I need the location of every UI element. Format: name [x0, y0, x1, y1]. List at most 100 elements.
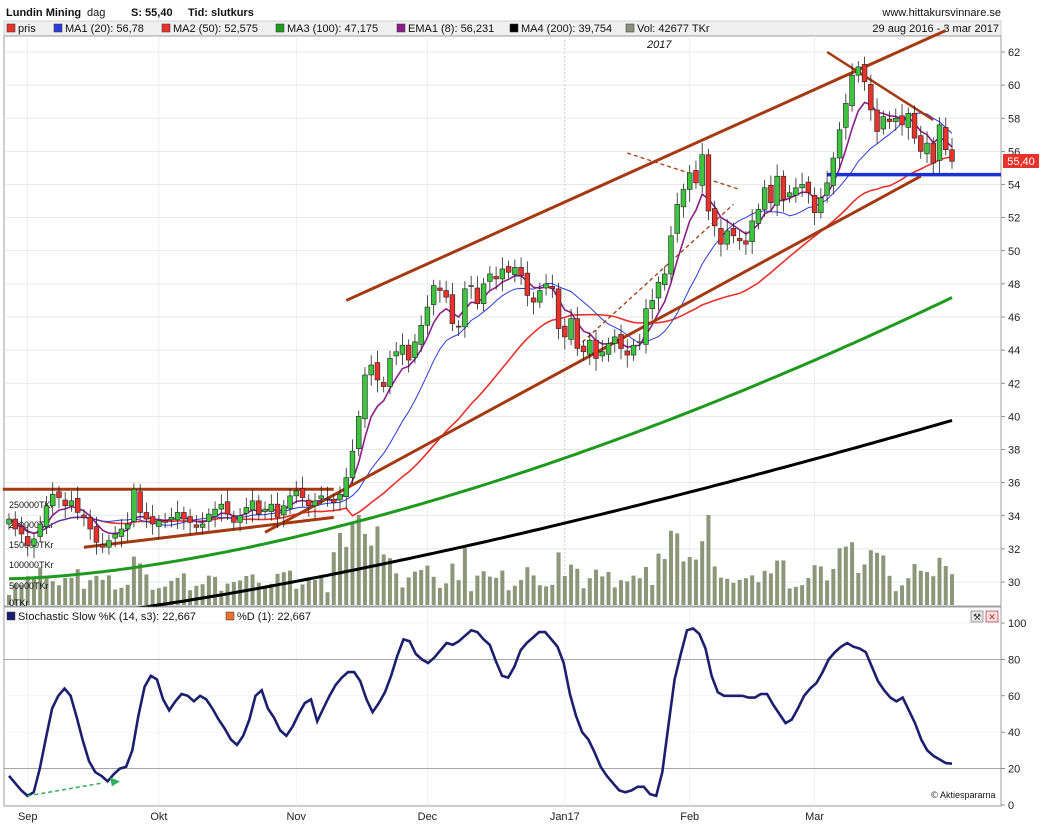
wrench-icon: ⚒ — [973, 613, 981, 623]
volume-bar — [600, 576, 605, 605]
candle-down — [474, 287, 481, 305]
candle-down — [711, 208, 718, 227]
candle-down — [918, 135, 924, 152]
price-tick-label: 54 — [1008, 180, 1020, 192]
volume-bar — [512, 585, 517, 605]
volume-bar — [556, 552, 561, 605]
volume-bar — [931, 576, 936, 605]
price-tick-label: 30 — [1008, 577, 1020, 589]
candle-down — [693, 170, 699, 184]
volume-bar — [937, 557, 942, 605]
volume-bar — [625, 581, 630, 605]
osc-tick-label: 40 — [1008, 727, 1020, 739]
volume-bar — [281, 572, 286, 605]
legend-label: MA4 (200): 39,754 — [521, 23, 612, 35]
candle-up — [287, 495, 293, 509]
price-tick-label: 50 — [1008, 246, 1020, 258]
candle-up — [281, 505, 287, 516]
candle-up — [830, 157, 837, 186]
osc-legend-swatch — [225, 611, 235, 621]
volume-bar — [487, 576, 492, 605]
volume-bar — [718, 577, 723, 605]
price-tick-label: 34 — [1008, 511, 1020, 523]
volume-bar — [531, 575, 536, 605]
price-tick-label: 40 — [1008, 411, 1020, 423]
candle-up — [512, 267, 518, 276]
volume-bar — [100, 579, 105, 605]
volume-bar — [594, 569, 599, 605]
volume-bar — [163, 586, 168, 605]
osc-tick-label: 60 — [1008, 691, 1020, 703]
date-range: 29 aug 2016 - 3 mar 2017 — [872, 23, 999, 35]
legend-swatch — [275, 23, 285, 33]
volume-bar — [150, 589, 155, 605]
candle-up — [206, 513, 212, 522]
volume-bar — [69, 577, 74, 605]
candle-up — [174, 512, 181, 521]
candle-up — [243, 507, 250, 514]
candle-up — [468, 285, 474, 287]
volume-bar — [131, 556, 136, 605]
volume-bar — [56, 585, 61, 605]
close-icon: ✕ — [988, 613, 996, 623]
volume-bar — [843, 546, 848, 605]
copyright-icon: © — [930, 791, 939, 801]
volume-bar — [462, 547, 467, 605]
candle-up — [587, 339, 593, 355]
volume-bar — [350, 523, 355, 605]
candle-down — [299, 488, 306, 498]
candle-down — [25, 536, 31, 546]
candle-up — [643, 308, 649, 345]
price-tick-label: 32 — [1008, 544, 1020, 556]
candle-up — [293, 490, 299, 497]
candle-up — [849, 74, 855, 107]
candle-up — [430, 285, 437, 305]
candle-down — [162, 520, 168, 523]
volume-bar — [356, 515, 361, 605]
volume-bar — [762, 570, 767, 605]
volume-bar — [775, 560, 780, 605]
osc-tick-label: 0 — [1008, 800, 1014, 812]
volume-bar — [750, 575, 755, 605]
candle-up — [156, 520, 162, 527]
candle-up — [118, 528, 125, 537]
time-tick-label: Feb — [680, 811, 699, 823]
volume-bar — [793, 586, 798, 605]
volume-label: 50000TKr — [9, 581, 49, 591]
osc-tick-label: 20 — [1008, 764, 1020, 776]
volume-bar — [481, 571, 486, 605]
price-axis: 3032343638404244464850525456586062 — [1001, 47, 1020, 589]
volume-bar — [825, 580, 830, 605]
volume-bar — [194, 585, 199, 605]
candle-down — [224, 501, 231, 515]
candle-up — [268, 503, 274, 512]
candle-down — [193, 524, 200, 528]
candle-up — [824, 182, 830, 196]
price-tick-label: 46 — [1008, 312, 1020, 324]
candle-down — [524, 272, 531, 296]
legend-label: pris — [18, 23, 36, 35]
price-tag-value: 55,40 — [1007, 156, 1035, 168]
volume-bar — [725, 578, 730, 605]
volume-bar — [313, 579, 318, 605]
time-tick-label: Dec — [418, 811, 438, 823]
candle-up — [337, 493, 343, 501]
volume-bar — [369, 545, 374, 605]
candle-up — [674, 204, 680, 234]
volume-bar — [319, 576, 324, 605]
volume-bar — [94, 575, 99, 605]
volume-bar — [681, 561, 686, 605]
candle-up — [699, 154, 705, 186]
time-axis: Sep Okt Nov Dec Jan17 Feb Mar — [18, 811, 824, 823]
candle-down — [74, 498, 81, 513]
volume-bar — [106, 575, 111, 605]
candle-up — [880, 116, 887, 130]
stock-title: Lundin Mining — [6, 7, 81, 19]
candle-up — [249, 500, 256, 511]
volume-bar — [581, 588, 586, 605]
volume-bar — [412, 571, 417, 605]
candle-down — [324, 498, 331, 500]
volume-bar — [306, 580, 311, 605]
candle-down — [12, 518, 18, 530]
volume-bar — [337, 533, 342, 605]
